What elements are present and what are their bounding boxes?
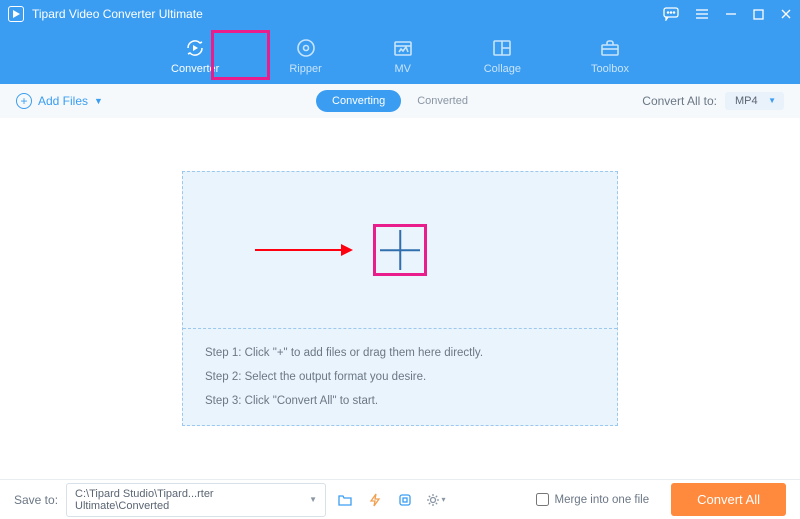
tab-label: Ripper <box>289 63 321 75</box>
convert-all-label: Convert All to: <box>642 94 717 108</box>
maximize-button[interactable] <box>753 9 764 20</box>
mv-icon <box>392 37 414 59</box>
add-files-label: Add Files <box>38 94 88 108</box>
merge-label: Merge into one file <box>555 494 650 506</box>
tab-mv[interactable]: MV <box>382 33 424 79</box>
chevron-down-icon: ▼ <box>309 495 317 504</box>
collage-icon <box>491 37 513 59</box>
status-segment: Converting Converted <box>316 90 484 112</box>
merge-checkbox[interactable]: Merge into one file <box>536 493 650 506</box>
menu-icon[interactable] <box>695 8 709 20</box>
window-controls <box>663 7 792 21</box>
toolbox-icon <box>599 37 621 59</box>
annotation-arrow <box>255 244 353 256</box>
tab-label: Converter <box>171 63 219 75</box>
ripper-icon <box>295 37 317 59</box>
main-area: Step 1: Click "+" to add files or drag t… <box>0 118 800 479</box>
app-title: Tipard Video Converter Ultimate <box>32 7 203 21</box>
format-select-wrap[interactable]: MP4 <box>725 92 784 110</box>
tab-label: Toolbox <box>591 63 629 75</box>
tab-ripper[interactable]: Ripper <box>279 33 331 79</box>
app-logo-icon <box>8 6 24 22</box>
high-speed-button[interactable] <box>394 489 416 511</box>
open-folder-button[interactable] <box>334 489 356 511</box>
tab-label: Collage <box>484 63 521 75</box>
dropzone[interactable]: Step 1: Click "+" to add files or drag t… <box>182 171 618 426</box>
main-nav: Converter Ripper MV Collage Toolbox <box>0 28 800 84</box>
tab-converter[interactable]: Converter <box>161 33 229 79</box>
converter-icon <box>184 37 206 59</box>
add-files-button[interactable]: + Add Files ▼ <box>16 93 103 109</box>
step-text: Step 3: Click "Convert All" to start. <box>205 395 595 407</box>
dropzone-top[interactable] <box>183 172 617 328</box>
title-bar: Tipard Video Converter Ultimate <box>0 0 800 28</box>
save-to-label: Save to: <box>14 493 58 507</box>
bottom-bar: Save to: C:\Tipard Studio\Tipard...rter … <box>0 479 800 519</box>
chevron-down-icon: ▼ <box>94 96 103 106</box>
step-text: Step 2: Select the output format you des… <box>205 371 595 383</box>
merge-checkbox-input[interactable] <box>536 493 549 506</box>
tab-collage[interactable]: Collage <box>474 33 531 79</box>
close-button[interactable] <box>780 8 792 20</box>
seg-converting[interactable]: Converting <box>316 90 401 112</box>
minimize-button[interactable] <box>725 8 737 20</box>
settings-button[interactable]: ▾ <box>424 489 446 511</box>
convert-all-format: Convert All to: MP4 <box>642 92 784 110</box>
tab-toolbox[interactable]: Toolbox <box>581 33 639 79</box>
convert-all-button[interactable]: Convert All <box>671 483 786 516</box>
plus-circle-icon: + <box>16 93 32 109</box>
dropzone-instructions: Step 1: Click "+" to add files or drag t… <box>183 328 617 425</box>
toolbar: + Add Files ▼ Converting Converted Conve… <box>0 84 800 118</box>
format-select[interactable]: MP4 <box>725 92 784 110</box>
save-path-text: C:\Tipard Studio\Tipard...rter Ultimate\… <box>75 488 309 512</box>
seg-converted[interactable]: Converted <box>401 90 484 112</box>
tab-label: MV <box>394 63 411 75</box>
hardware-accel-button[interactable] <box>364 489 386 511</box>
step-text: Step 1: Click "+" to add files or drag t… <box>205 347 595 359</box>
save-path-dropdown[interactable]: C:\Tipard Studio\Tipard...rter Ultimate\… <box>66 483 326 517</box>
feedback-icon[interactable] <box>663 7 679 21</box>
add-files-plus-icon[interactable] <box>378 228 422 272</box>
